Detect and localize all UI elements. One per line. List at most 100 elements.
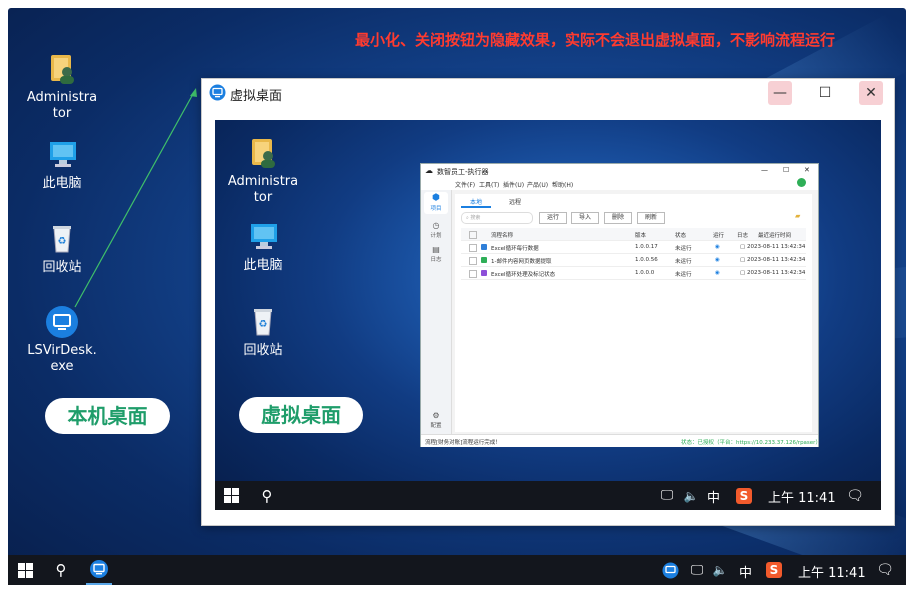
clock-icon: ◷ <box>432 221 440 230</box>
windows-start-icon[interactable] <box>15 555 35 585</box>
status-left: 流程[财务对账]流程运行完成！ <box>425 440 501 446</box>
notification-icon[interactable]: 🗨 <box>875 555 895 585</box>
search-icon[interactable]: ⚲ <box>257 481 277 510</box>
import-button[interactable]: 导入 <box>571 212 599 224</box>
icon-label: Administrator <box>227 174 299 205</box>
side-item-log[interactable]: ▤ 日志 <box>424 244 448 264</box>
menu-plugins[interactable]: 插件(U) <box>503 180 524 189</box>
volume-icon[interactable]: 🔈 <box>681 481 701 510</box>
svg-text:♻: ♻ <box>259 319 268 330</box>
table-row[interactable]: Excel循环每行数据 1.0.0.17 未运行 ◉ ▢ 2023-08-11 … <box>461 241 806 254</box>
column-header: 最近运行时间 <box>758 233 792 239</box>
local-desktop-label: 本机桌面 <box>45 398 170 434</box>
tab-underline <box>461 206 491 208</box>
app-menubar: 文件(F) 工具(T) 插件(U) 产品(U) 帮助(H) <box>421 178 818 190</box>
side-label: 配置 <box>430 423 442 429</box>
virtual-desktop-screen: Administrator 此电脑 ♻ 回收站 虚拟桌面 ☁ 数智员工-执行器 … <box>215 120 881 510</box>
windows-start-icon[interactable] <box>221 481 241 510</box>
log-icon[interactable]: ▢ <box>740 244 745 250</box>
process-name: 1-邮件内容网页数据提取 <box>491 259 552 265</box>
column-header: 运行 <box>713 233 725 239</box>
clock[interactable]: 上午 11:41 <box>798 562 866 581</box>
delete-button[interactable]: 删除 <box>604 212 632 224</box>
clock[interactable]: 上午 11:41 <box>768 487 836 506</box>
sogou-icon[interactable]: S <box>735 481 753 510</box>
app-minimize-button[interactable]: — <box>761 166 768 174</box>
computer-icon <box>246 220 280 254</box>
search-icon: ⌕ <box>466 215 469 221</box>
volume-icon[interactable]: 🔈 <box>710 555 730 585</box>
vdesktop-icon-administrator[interactable]: Administrator <box>227 136 299 206</box>
minimize-button[interactable]: — <box>768 81 792 105</box>
ime-indicator[interactable]: 中 <box>739 562 752 581</box>
project-icon: ⬢ <box>432 193 440 203</box>
process-version: 1.0.0.17 <box>635 244 658 250</box>
table-row[interactable]: Excel循环处理及标记状态 1.0.0.0 未运行 ◉ ▢ 2023-08-1… <box>461 267 806 280</box>
row-checkbox[interactable] <box>469 257 477 265</box>
column-header: 日志 <box>737 233 749 239</box>
menu-help[interactable]: 帮助(H) <box>552 180 573 189</box>
process-status: 未运行 <box>675 272 692 278</box>
notification-icon[interactable]: 🗨 <box>845 481 865 510</box>
app-logo-icon: ☁ <box>425 166 433 175</box>
tab-local[interactable]: 本地 <box>470 197 482 206</box>
maximize-button[interactable]: ☐ <box>813 81 837 105</box>
log-icon[interactable]: ▢ <box>740 257 745 263</box>
icon-label: 此电脑 <box>243 258 283 273</box>
tray-lsvirdesk-icon[interactable] <box>660 555 680 585</box>
window-titlebar[interactable]: 虚拟桌面 — ☐ ✕ <box>202 79 894 107</box>
excel-process-icon <box>481 270 487 276</box>
process-time: 2023-08-11 13:42:34 <box>747 257 806 263</box>
search-input[interactable]: ⌕ 搜索 <box>461 212 533 224</box>
vdesktop-icon-recycle-bin[interactable]: ♻ 回收站 <box>227 305 299 359</box>
side-label: 计划 <box>430 233 442 239</box>
process-status: 未运行 <box>675 246 692 252</box>
run-icon[interactable]: ◉ <box>715 257 720 263</box>
executor-app-window[interactable]: ☁ 数智员工-执行器 — ☐ ✕ 文件(F) 工具(T) 插件(U) 产品(U)… <box>420 163 821 447</box>
menu-products[interactable]: 产品(U) <box>527 180 548 189</box>
virtual-desktop-window[interactable]: 虚拟桌面 — ☐ ✕ Administrator 此电脑 ♻ 回收站 虚拟桌面 <box>201 78 895 526</box>
run-icon[interactable]: ◉ <box>715 244 720 250</box>
log-icon[interactable]: ▢ <box>740 270 745 276</box>
app-close-button[interactable]: ✕ <box>804 166 810 174</box>
user-avatar-icon[interactable] <box>797 178 806 187</box>
excel-process-icon <box>481 244 487 250</box>
side-item-schedule[interactable]: ◷ 计划 <box>424 220 448 240</box>
lsvirdesk-icon <box>209 84 226 101</box>
process-time: 2023-08-11 13:42:34 <box>747 270 806 276</box>
tab-remote[interactable]: 远程 <box>509 197 521 206</box>
close-button[interactable]: ✕ <box>859 81 883 105</box>
taskbar-lsvirdesk-app[interactable] <box>86 555 112 585</box>
sogou-icon[interactable]: S <box>765 555 783 585</box>
folder-icon[interactable]: ▰ <box>795 212 800 220</box>
side-item-settings[interactable]: ⚙ 配置 <box>424 410 448 430</box>
side-label: 项目 <box>430 206 442 212</box>
side-item-project[interactable]: ⬢ 项目 <box>424 192 448 214</box>
vdesktop-icon-computer[interactable]: 此电脑 <box>227 220 299 274</box>
host-taskbar: ⚲ 🖵 🔈 中 S 上午 11:41 🗨 <box>8 555 906 585</box>
menu-tools[interactable]: 工具(T) <box>479 180 499 189</box>
gear-icon: ⚙ <box>432 411 440 420</box>
search-icon[interactable]: ⚲ <box>51 555 71 585</box>
admin-folder-icon <box>246 136 280 170</box>
virtual-taskbar: ⚲ 🖵 🔈 中 S 上午 11:41 🗨 <box>215 481 881 510</box>
select-all-checkbox[interactable] <box>469 231 477 239</box>
process-version: 1.0.0.56 <box>635 257 658 263</box>
network-icon[interactable]: 🖵 <box>657 481 677 510</box>
ime-indicator[interactable]: 中 <box>707 487 720 506</box>
run-button[interactable]: 运行 <box>539 212 567 224</box>
app-titlebar[interactable]: ☁ 数智员工-执行器 — ☐ ✕ <box>421 164 818 178</box>
lsvirdesk-icon <box>90 560 108 578</box>
menu-file[interactable]: 文件(F) <box>455 180 475 189</box>
row-checkbox[interactable] <box>469 244 477 252</box>
refresh-button[interactable]: 刷新 <box>637 212 665 224</box>
row-checkbox[interactable] <box>469 270 477 278</box>
process-status: 未运行 <box>675 259 692 265</box>
network-icon[interactable]: 🖵 <box>687 555 707 585</box>
run-icon[interactable]: ◉ <box>715 270 720 276</box>
process-version: 1.0.0.0 <box>635 270 655 276</box>
table-row[interactable]: 1-邮件内容网页数据提取 1.0.0.56 未运行 ◉ ▢ 2023-08-11… <box>461 254 806 267</box>
app-maximize-button[interactable]: ☐ <box>783 166 789 174</box>
window-title: 虚拟桌面 <box>230 89 283 104</box>
column-header: 流程名称 <box>491 233 514 239</box>
